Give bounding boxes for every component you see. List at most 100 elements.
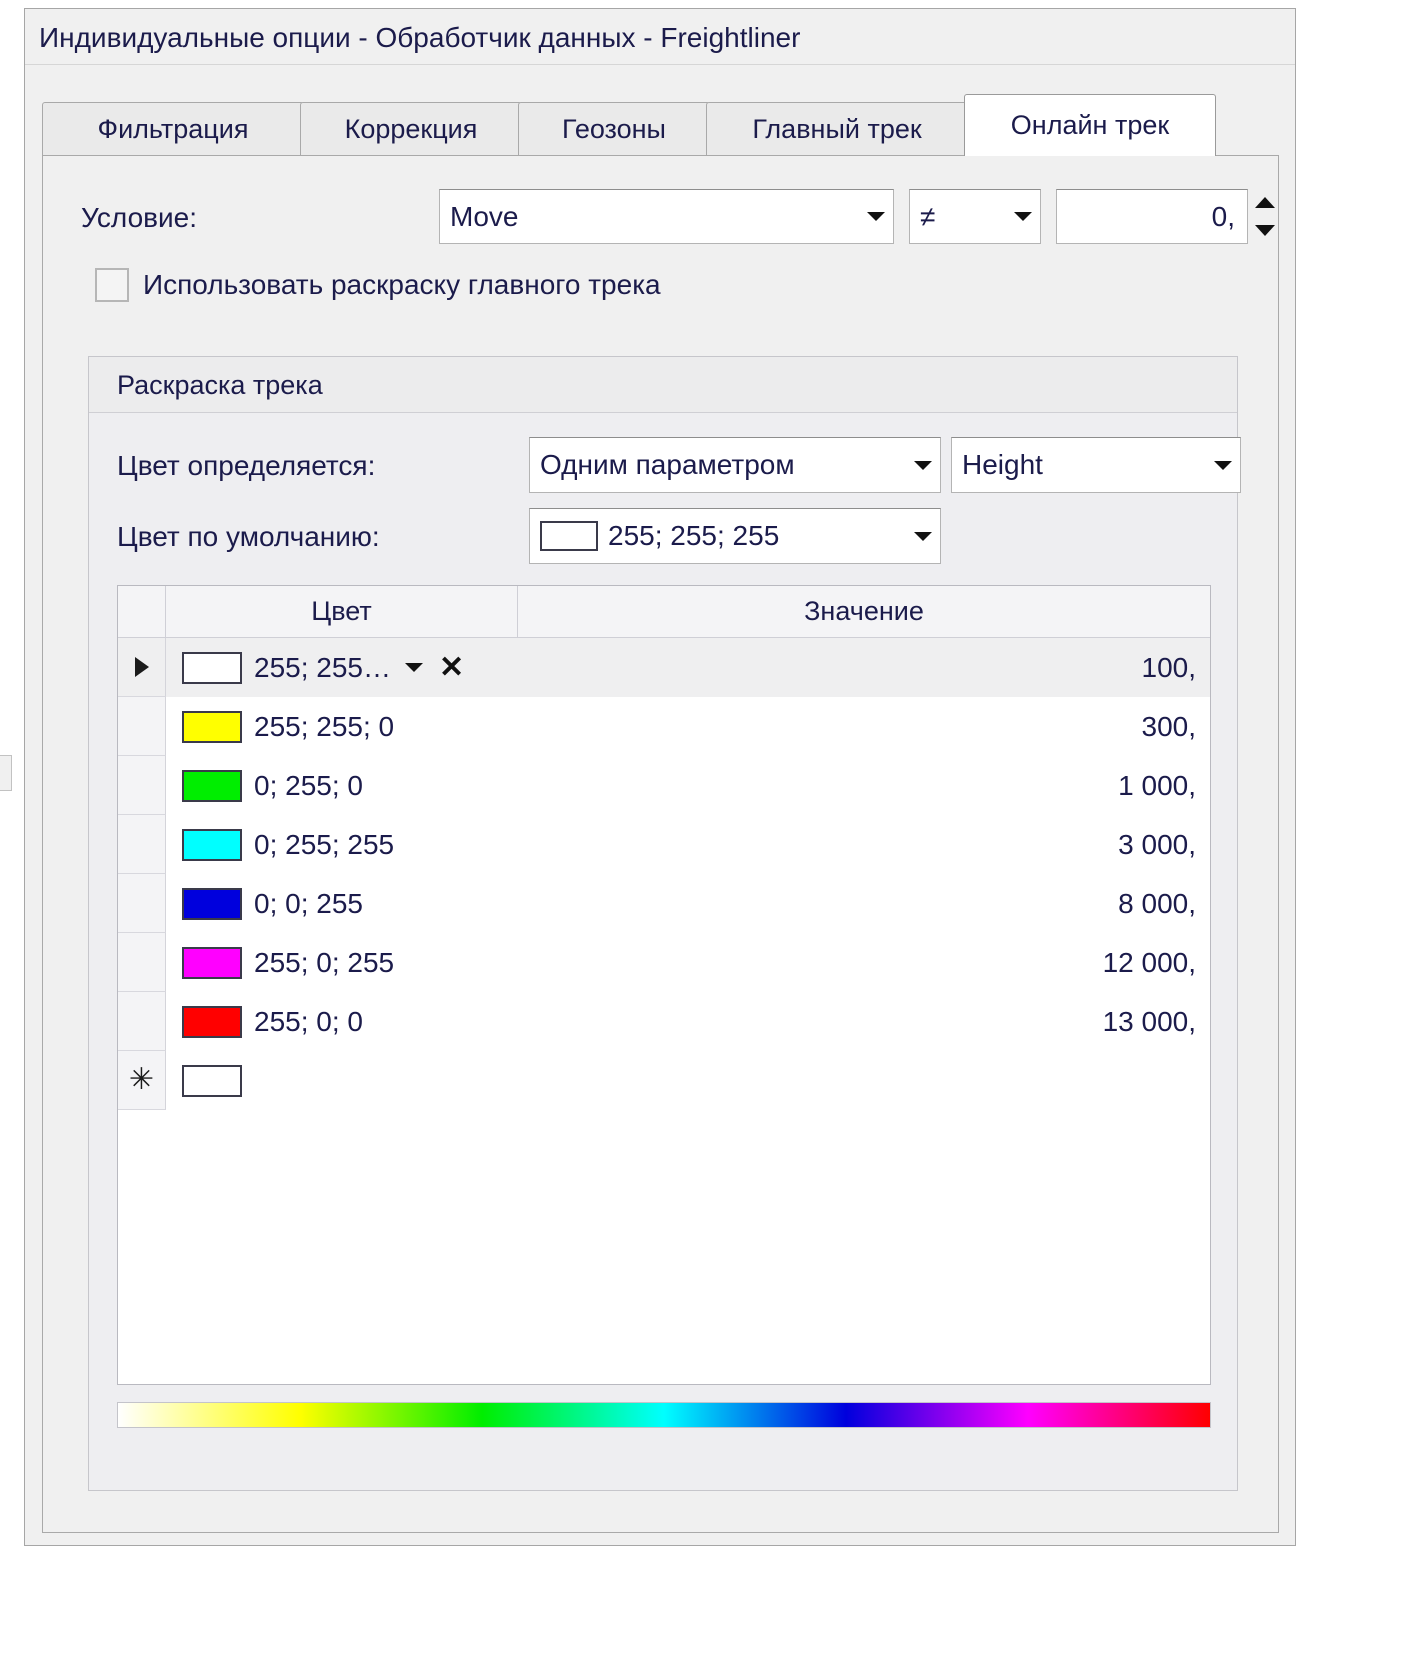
use-main-track-colors-row[interactable]: Использовать раскраску главного трека bbox=[95, 268, 661, 302]
color-swatch bbox=[182, 1064, 242, 1097]
grid-header-marker bbox=[118, 586, 166, 637]
row-header-cell[interactable] bbox=[118, 697, 166, 756]
condition-value-stepper[interactable] bbox=[1248, 189, 1282, 244]
table-row[interactable]: 255; 255; 0 300, bbox=[118, 697, 1210, 756]
use-main-track-colors-checkbox[interactable] bbox=[95, 268, 129, 302]
tab-4[interactable]: Главный трек bbox=[706, 102, 968, 156]
color-swatch bbox=[182, 946, 242, 979]
color-swatch bbox=[182, 769, 242, 802]
color-cell[interactable]: 255; 0; 255 bbox=[166, 933, 518, 992]
color-cell[interactable] bbox=[166, 1051, 518, 1110]
value-cell[interactable] bbox=[518, 1051, 1210, 1110]
table-row[interactable]: 0; 255; 0 1 000, bbox=[118, 756, 1210, 815]
color-by-dropdown[interactable]: Одним параметром bbox=[529, 437, 941, 493]
tab-5[interactable]: Онлайн трек bbox=[964, 94, 1216, 156]
row-header-cell[interactable] bbox=[118, 756, 166, 815]
color-stops-grid: Цвет Значение 255; 255… ✕ 100, 255; 255; 0 3… bbox=[117, 585, 1211, 1385]
default-color-swatch bbox=[540, 521, 598, 551]
dialog-title-bar: Индивидуальные опции - Обработчик данных… bbox=[25, 9, 1295, 65]
table-row[interactable]: 255; 0; 0 13 000, bbox=[118, 992, 1210, 1051]
close-icon[interactable]: ✕ bbox=[439, 652, 464, 683]
color-value-text: 255; 0; 255 bbox=[254, 946, 395, 978]
color-cell[interactable]: 255; 255… ✕ bbox=[166, 638, 518, 697]
chevron-down-icon[interactable] bbox=[906, 460, 940, 470]
row-header-cell[interactable] bbox=[118, 638, 166, 697]
use-main-track-colors-label: Использовать раскраску главного трека bbox=[143, 269, 661, 300]
window-edge-handle bbox=[0, 755, 12, 791]
coloring-parameter-value: Height bbox=[962, 449, 1043, 480]
table-row[interactable]: 0; 0; 255 8 000, bbox=[118, 874, 1210, 933]
row-header-cell[interactable] bbox=[118, 992, 166, 1051]
page-title: Индивидуальные опции - Обработчик данных… bbox=[39, 22, 801, 53]
table-row[interactable]: 255; 0; 255 12 000, bbox=[118, 933, 1210, 992]
tab-label: Онлайн трек bbox=[1010, 110, 1170, 140]
table-row[interactable]: 0; 255; 255 3 000, bbox=[118, 815, 1210, 874]
color-value-text: 255; 255; 0 bbox=[254, 710, 395, 742]
tab-3[interactable]: Геозоны bbox=[518, 102, 710, 156]
value-cell[interactable]: 12 000, bbox=[518, 933, 1210, 992]
color-by-value: Одним параметром bbox=[540, 449, 795, 480]
color-cell[interactable]: 0; 0; 255 bbox=[166, 874, 518, 933]
grid-header-value: Значение bbox=[804, 596, 924, 626]
row-header-cell[interactable] bbox=[118, 815, 166, 874]
chevron-down-icon[interactable] bbox=[1006, 212, 1040, 221]
chevron-down-icon[interactable] bbox=[859, 212, 893, 221]
tab-label: Главный трек bbox=[752, 114, 922, 144]
coloring-parameter-dropdown[interactable]: Height bbox=[951, 437, 1241, 493]
condition-parameter-dropdown[interactable]: Move bbox=[439, 189, 894, 244]
track-coloring-group-title: Раскраска трека bbox=[117, 370, 323, 400]
options-dialog: Индивидуальные опции - Обработчик данных… bbox=[24, 8, 1296, 1546]
value-cell[interactable]: 100, bbox=[518, 638, 1210, 697]
table-row[interactable]: 255; 255… ✕ 100, bbox=[118, 638, 1210, 697]
color-swatch bbox=[182, 1005, 242, 1038]
color-value-text: 0; 255; 255 bbox=[254, 828, 395, 860]
color-gradient-preview bbox=[117, 1402, 1211, 1428]
row-header-cell[interactable] bbox=[118, 933, 166, 992]
row-header-cell[interactable]: ✳ bbox=[118, 1051, 166, 1110]
color-value-text: 0; 255; 0 bbox=[254, 769, 363, 801]
color-cell[interactable]: 0; 255; 0 bbox=[166, 756, 518, 815]
value-cell[interactable]: 3 000, bbox=[518, 815, 1210, 874]
new-row-icon: ✳ bbox=[128, 1063, 155, 1096]
condition-parameter-value: Move bbox=[450, 200, 519, 232]
track-coloring-group: Раскраска трека Цвет определяется: Цвет … bbox=[88, 356, 1241, 1491]
color-stops-grid-body: 255; 255… ✕ 100, 255; 255; 0 300, 0; 255; 0 1 … bbox=[118, 638, 1210, 1384]
default-color-label: Цвет по умолчанию: bbox=[117, 521, 380, 552]
tab-page-online-track: Условие: Move ≠ 0, Использовать раскраск… bbox=[42, 155, 1279, 1533]
condition-operator-dropdown[interactable]: ≠ bbox=[909, 189, 1041, 244]
table-row[interactable]: ✳ bbox=[118, 1051, 1210, 1110]
row-header-cell[interactable] bbox=[118, 874, 166, 933]
color-stops-grid-header: Цвет Значение bbox=[118, 586, 1210, 638]
condition-operator-value: ≠ bbox=[920, 200, 936, 232]
color-swatch bbox=[182, 887, 242, 920]
color-cell[interactable]: 0; 255; 255 bbox=[166, 815, 518, 874]
tab-label: Коррекция bbox=[344, 114, 478, 144]
tab-2[interactable]: Коррекция bbox=[300, 102, 522, 156]
grid-header-color: Цвет bbox=[166, 586, 518, 637]
value-cell[interactable]: 8 000, bbox=[518, 874, 1210, 933]
chevron-down-icon[interactable] bbox=[906, 531, 940, 541]
condition-value-text: 0, bbox=[1211, 200, 1235, 232]
condition-value-input[interactable]: 0, bbox=[1056, 189, 1248, 244]
color-cell[interactable]: 255; 255; 0 bbox=[166, 697, 518, 756]
color-cell[interactable]: 255; 0; 0 bbox=[166, 992, 518, 1051]
tab-1[interactable]: Фильтрация bbox=[42, 102, 304, 156]
tab-strip: Фильтрация Коррекция Геозоны Главный трек Он… bbox=[42, 94, 1279, 156]
color-swatch bbox=[182, 828, 242, 861]
color-swatch bbox=[182, 710, 242, 743]
color-value-text: 255; 255… bbox=[254, 651, 391, 683]
tab-label: Фильтрация bbox=[97, 114, 249, 144]
color-value-text: 0; 0; 255 bbox=[254, 887, 363, 919]
chevron-down-icon[interactable] bbox=[1206, 460, 1240, 470]
tab-label: Геозоны bbox=[562, 114, 666, 144]
row-marker-icon bbox=[134, 657, 149, 677]
condition-label: Условие: bbox=[81, 202, 198, 233]
value-cell[interactable]: 300, bbox=[518, 697, 1210, 756]
spinner-down-icon[interactable] bbox=[1255, 224, 1275, 236]
value-cell[interactable]: 13 000, bbox=[518, 992, 1210, 1051]
default-color-value: 255; 255; 255 bbox=[608, 520, 780, 551]
chevron-down-icon[interactable] bbox=[405, 663, 423, 672]
default-color-dropdown[interactable]: 255; 255; 255 bbox=[529, 508, 941, 564]
spinner-up-icon[interactable] bbox=[1255, 197, 1275, 209]
value-cell[interactable]: 1 000, bbox=[518, 756, 1210, 815]
